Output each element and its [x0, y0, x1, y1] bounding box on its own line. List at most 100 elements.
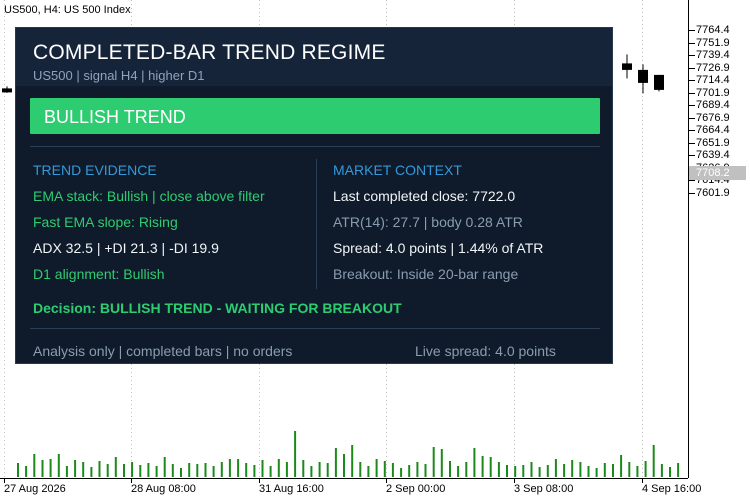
volume-bar [400, 468, 403, 477]
volume-bar [171, 464, 174, 477]
last-close-line: Last completed close: 7722.0 [333, 188, 516, 204]
price-tick-label: 7751.9 [696, 36, 730, 49]
atr-line: ATR(14): 27.7 | body 0.28 ATR [333, 214, 523, 230]
spread-line: Spread: 4.0 points | 1.44% of ATR [333, 240, 544, 256]
volume-bar [302, 460, 305, 477]
candle [2, 86, 12, 93]
volume-bar [620, 455, 623, 477]
price-tick [689, 142, 695, 144]
volume-bar [245, 463, 248, 477]
regime-status-bar: BULLISH TREND [30, 98, 600, 134]
volume-bar [473, 448, 476, 477]
time-tick-label: 27 Aug 2026 [4, 483, 66, 495]
volume-bar [196, 464, 199, 477]
candle-body [654, 74, 664, 90]
d1-alignment-line: D1 alignment: Bullish [33, 266, 165, 282]
volume-bar [587, 466, 590, 477]
candle-body [622, 63, 632, 70]
volume-bar [147, 463, 150, 477]
price-tick [689, 105, 695, 106]
volume-bar [595, 468, 598, 477]
regime-label: BULLISH TREND [44, 107, 186, 127]
price-tick-label: 7739.4 [696, 49, 730, 61]
volume-bar [408, 465, 411, 477]
volume-bar [220, 462, 223, 477]
volume-bar [530, 462, 533, 477]
volume-bar [228, 459, 231, 477]
price-tick-label: 7664.4 [696, 124, 730, 136]
volume-bar [237, 459, 240, 477]
volume-bar [74, 460, 77, 477]
volume-bar [416, 462, 419, 477]
breakout-line: Breakout: Inside 20-bar range [333, 266, 519, 282]
volume-bar [497, 462, 500, 477]
price-tick-label: 7764.4 [696, 24, 730, 36]
panel-header: COMPLETED-BAR TREND REGIME US500 | signa… [16, 28, 612, 86]
volume-bar [123, 464, 125, 477]
volume-bar [465, 462, 468, 477]
volume-bar [98, 461, 101, 477]
volume-bar [383, 461, 386, 477]
volume-bar [579, 462, 582, 477]
time-axis[interactable]: 27 Aug 2026 28 Aug 08:00 31 Aug 16:00 2 Sep… [0, 478, 701, 501]
volume-bar [285, 462, 288, 477]
price-tick-label: 7726.9 [696, 61, 730, 74]
footer-note: Analysis only | completed bars | no orde… [33, 343, 293, 359]
price-tick [689, 67, 695, 69]
price-tick [689, 117, 695, 119]
price-tick-label: 7601.9 [696, 186, 730, 199]
volume-bar [90, 467, 93, 477]
volume-bar [546, 465, 549, 477]
volume-bar [57, 454, 60, 477]
volume-bar [139, 465, 142, 477]
price-tick [689, 30, 695, 31]
volume-bar [334, 448, 337, 477]
volume-bar [612, 464, 614, 477]
price-axis[interactable]: 7764.4 7751.9 7739.4 7726.9 7714.4 7701.9 7689… [688, 0, 750, 478]
time-tick-label: 3 Sep 08:00 [514, 483, 574, 495]
volume-bar [506, 465, 508, 477]
volume-bar [628, 462, 631, 477]
volume-bar [440, 449, 443, 477]
volume-bar [660, 464, 663, 477]
price-tick-label: 7676.9 [696, 111, 730, 124]
price-tick [689, 192, 695, 194]
volume-bar [554, 459, 557, 477]
panel-title: COMPLETED-BAR TREND REGIME [33, 41, 386, 64]
volume-bar [131, 462, 134, 477]
candle-body [2, 88, 12, 93]
divider [30, 146, 600, 147]
volume-bar [652, 445, 655, 477]
volume-bar [514, 466, 517, 477]
ema-stack-line: EMA stack: Bullish | close above filter [33, 188, 265, 204]
volume-bar [261, 460, 264, 477]
volume-bar [33, 454, 36, 477]
volume-bar [49, 459, 52, 477]
panel-subtitle: US500 | signal H4 | higher D1 [33, 68, 205, 83]
volume-bar [106, 464, 109, 477]
decision-text: Decision: BULLISH TREND - WAITING FOR BR… [33, 300, 402, 316]
symbol-caption: US500, H4: US 500 Index [4, 4, 131, 16]
volume-bar [163, 457, 166, 477]
volume-bar [367, 466, 370, 477]
price-tick [689, 55, 695, 56]
volume-bar [294, 431, 297, 477]
price-tick [689, 92, 695, 94]
volume-bar [571, 460, 574, 477]
price-tick-label: 7701.9 [696, 86, 730, 99]
price-tick-label: 7689.4 [696, 99, 730, 111]
price-tick [689, 80, 695, 81]
trend-regime-panel: COMPLETED-BAR TREND REGIME US500 | signa… [15, 27, 613, 364]
current-price-label: 7708.2 [689, 166, 746, 180]
price-tick [689, 42, 695, 44]
volume-bar [277, 459, 280, 477]
time-tick-label: 4 Sep 16:00 [642, 483, 702, 495]
volume-bar [318, 462, 321, 477]
volume-bar [644, 461, 647, 477]
volume-bar [603, 463, 606, 477]
price-tick-label: 7651.9 [696, 136, 730, 149]
volume-bar [17, 463, 19, 477]
volume-bar [180, 468, 182, 477]
volume-bar [65, 466, 68, 477]
volume-bar [269, 466, 272, 477]
